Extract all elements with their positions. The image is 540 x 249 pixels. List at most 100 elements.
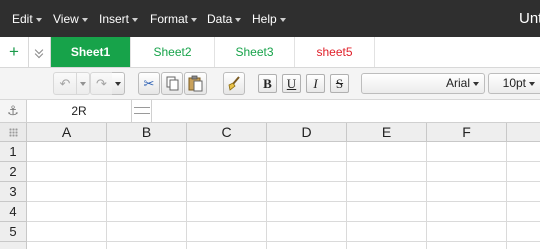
underline-button[interactable]: U <box>282 74 301 93</box>
italic-button[interactable]: I <box>306 74 325 93</box>
grid-cell[interactable] <box>347 242 427 249</box>
grid-cell[interactable] <box>427 222 507 242</box>
grid-cell[interactable] <box>267 142 347 162</box>
formula-expand-handle[interactable] <box>132 100 152 122</box>
grid-cell[interactable] <box>187 182 267 202</box>
row-header-6[interactable] <box>0 242 27 249</box>
cut-button[interactable]: ✂ <box>138 72 160 95</box>
menu-data[interactable]: Data <box>207 12 242 26</box>
grid-cell[interactable] <box>507 162 540 182</box>
caret-down-icon <box>35 17 42 22</box>
grid-cell[interactable] <box>107 142 187 162</box>
menu-data-label: Data <box>207 12 233 26</box>
grid-cell[interactable] <box>347 222 427 242</box>
column-header-f[interactable]: F <box>427 123 507 142</box>
grid-cell[interactable] <box>27 162 107 182</box>
column-header-c[interactable]: C <box>187 123 267 142</box>
redo-history-button[interactable] <box>112 72 125 95</box>
grid-cell[interactable] <box>107 182 187 202</box>
grid-cell[interactable] <box>427 242 507 249</box>
paste-icon <box>188 75 203 92</box>
copy-button[interactable] <box>161 72 183 95</box>
menu-format[interactable]: Format <box>150 12 198 26</box>
grid-cell[interactable] <box>507 222 540 242</box>
redo-icon: ↷ <box>96 76 107 91</box>
strikethrough-button[interactable]: S <box>330 74 349 93</box>
grid-cell[interactable] <box>507 242 540 249</box>
grid-cell[interactable] <box>107 162 187 182</box>
menu-edit-label: Edit <box>12 12 33 26</box>
menu-bar: Edit View Insert Format Data Help Unt <box>0 0 540 37</box>
menu-insert-label: Insert <box>99 12 130 26</box>
paste-button[interactable] <box>184 72 207 95</box>
font-family-select[interactable]: Arial <box>361 73 485 94</box>
menu-edit[interactable]: Edit <box>12 12 42 26</box>
grid-cell[interactable] <box>187 222 267 242</box>
grid-cell[interactable] <box>267 202 347 222</box>
column-header-a[interactable]: A <box>27 123 107 142</box>
menu-help[interactable]: Help <box>252 12 286 26</box>
grid-cell[interactable] <box>347 162 427 182</box>
row-header-4[interactable]: 4 <box>0 202 27 222</box>
grid-cell[interactable] <box>187 242 267 249</box>
sheet-tab-sheet2[interactable]: Sheet2 <box>131 37 215 67</box>
formula-input[interactable] <box>152 100 540 122</box>
menu-help-label: Help <box>252 12 277 26</box>
grid-cell[interactable] <box>347 142 427 162</box>
sheet-tab-sheet3[interactable]: Sheet3 <box>215 37 295 67</box>
menu-view[interactable]: View <box>53 12 88 26</box>
grid-cell[interactable] <box>507 142 540 162</box>
row-header-1[interactable]: 1 <box>0 142 27 162</box>
grid-cell[interactable] <box>187 142 267 162</box>
row-header-5[interactable]: 5 <box>0 222 27 242</box>
grid-cell[interactable] <box>427 182 507 202</box>
sheet-list-button[interactable] <box>29 37 51 67</box>
grid-cell[interactable] <box>27 222 107 242</box>
grid-cell[interactable] <box>427 142 507 162</box>
grid-cell[interactable] <box>27 142 107 162</box>
grid-cell[interactable] <box>107 222 187 242</box>
grid-cell[interactable] <box>347 202 427 222</box>
grid-cell[interactable] <box>27 202 107 222</box>
row-header-2[interactable]: 2 <box>0 162 27 182</box>
column-header-g[interactable] <box>507 123 540 142</box>
document-title: Unt <box>519 10 540 27</box>
grid-cell[interactable] <box>187 202 267 222</box>
column-header-d[interactable]: D <box>267 123 347 142</box>
grid-cell[interactable] <box>427 202 507 222</box>
grid-cell[interactable] <box>507 182 540 202</box>
menu-insert[interactable]: Insert <box>99 12 139 26</box>
row-header-3[interactable]: 3 <box>0 182 27 202</box>
grid-cell[interactable] <box>107 202 187 222</box>
grid-cell[interactable] <box>427 162 507 182</box>
format-painter-button[interactable] <box>223 72 245 95</box>
redo-button[interactable]: ↷ <box>90 72 113 95</box>
caret-down-icon <box>279 17 286 22</box>
sheet-tab-sheet5[interactable]: sheet5 <box>295 37 375 67</box>
grid-cell[interactable] <box>27 182 107 202</box>
sheet-tab-sheet1[interactable]: Sheet1 <box>51 37 131 67</box>
undo-history-button[interactable] <box>77 72 90 95</box>
copy-icon <box>166 76 179 91</box>
grid-cell[interactable] <box>107 242 187 249</box>
cell-reference-box[interactable]: 2R <box>27 100 132 122</box>
add-sheet-button[interactable]: + <box>0 37 29 67</box>
caret-down-icon <box>235 17 242 22</box>
undo-button[interactable]: ↶ <box>53 72 77 95</box>
anchor-icon[interactable]: ⚓ <box>0 100 27 122</box>
grid-cell[interactable] <box>347 182 427 202</box>
grid-cell[interactable] <box>267 182 347 202</box>
grid-cell[interactable] <box>27 242 107 249</box>
select-all-corner[interactable] <box>0 123 27 142</box>
grid-cell[interactable] <box>507 202 540 222</box>
caret-down-icon <box>132 17 139 22</box>
grid-cell[interactable] <box>187 162 267 182</box>
font-size-select[interactable]: 10pt <box>488 73 540 94</box>
toolbar: ↶ ↷ ✂ B U I S Arial 10pt <box>0 68 540 100</box>
grid-cell[interactable] <box>267 242 347 249</box>
grid-cell[interactable] <box>267 162 347 182</box>
grid-cell[interactable] <box>267 222 347 242</box>
bold-button[interactable]: B <box>258 74 277 93</box>
column-header-b[interactable]: B <box>107 123 187 142</box>
column-header-e[interactable]: E <box>347 123 427 142</box>
